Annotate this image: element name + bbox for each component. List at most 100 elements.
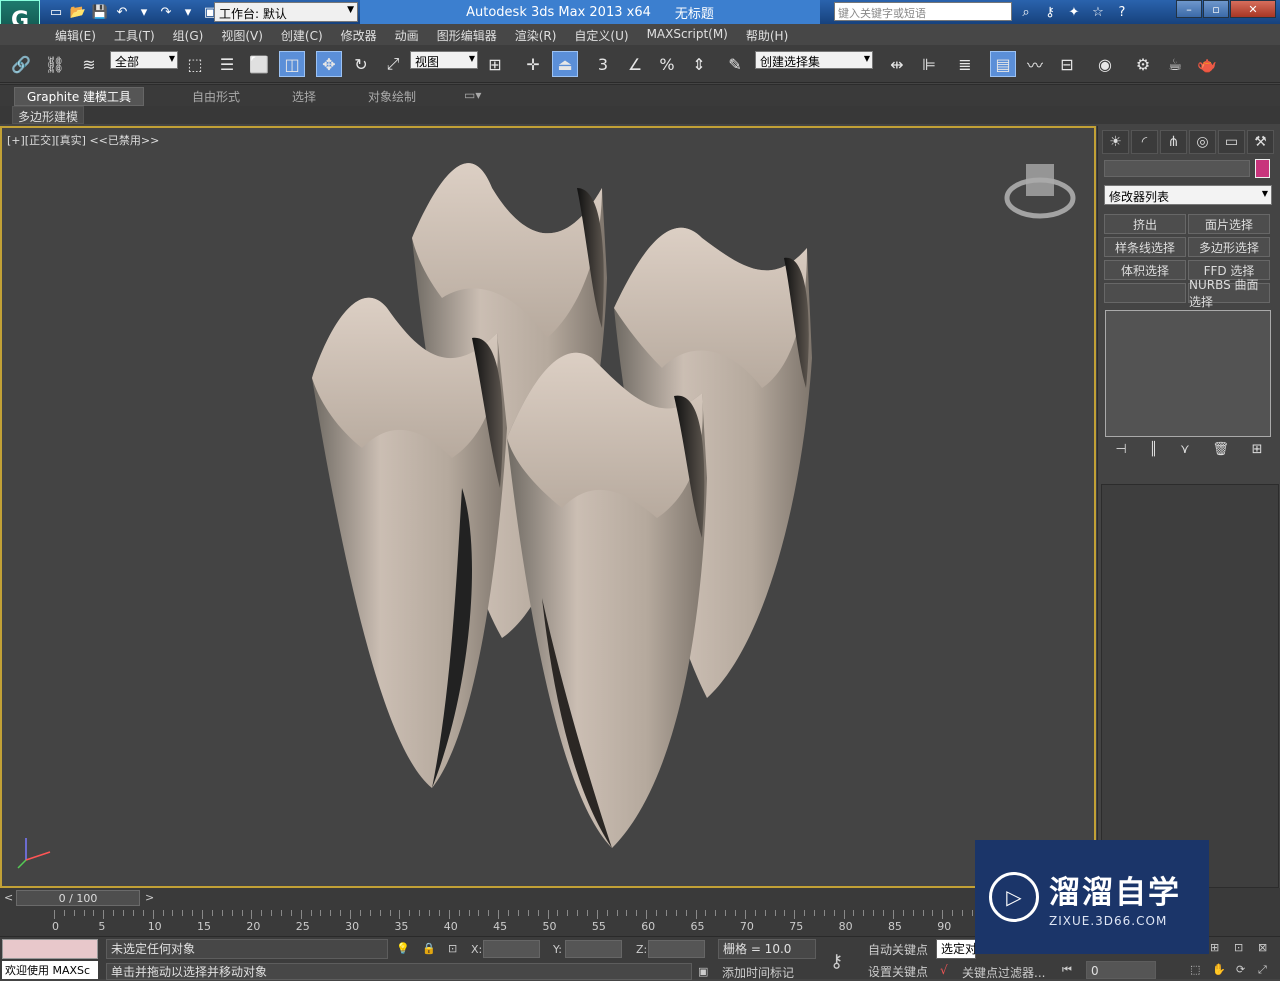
layer-manager-icon[interactable]: ≣ bbox=[952, 51, 978, 77]
zoom-icon[interactable]: ⊞ bbox=[1210, 941, 1219, 954]
key-icon[interactable]: ⚷ bbox=[1040, 2, 1060, 22]
region-zoom-icon[interactable]: ⬚ bbox=[1190, 963, 1200, 976]
poly-select-button[interactable]: 多边形选择 bbox=[1188, 237, 1270, 257]
keyboard-shortcut-override-icon[interactable]: ⏏ bbox=[552, 51, 578, 77]
redo-dropdown-icon[interactable]: ▾ bbox=[178, 2, 198, 22]
goto-start-icon[interactable]: ⏮ bbox=[1062, 963, 1072, 977]
modifier-list-dropdown[interactable]: 修改器列表 bbox=[1104, 185, 1272, 205]
menu-item-customize[interactable]: 自定义(U) bbox=[565, 24, 637, 45]
angle-snap-icon[interactable]: ∠ bbox=[622, 51, 648, 77]
minimize-button[interactable]: – bbox=[1176, 0, 1202, 18]
menu-item-modifiers[interactable]: 修改器 bbox=[332, 24, 386, 45]
pan-icon[interactable]: ✋ bbox=[1212, 963, 1226, 976]
named-selection-dropdown[interactable]: 创建选择集 bbox=[755, 51, 873, 69]
menu-item-help[interactable]: 帮助(H) bbox=[737, 24, 797, 45]
menu-item-animation[interactable]: 动画 bbox=[386, 24, 428, 45]
save-icon[interactable]: 💾 bbox=[90, 2, 110, 22]
ribbon-options-icon[interactable]: ▭▾ bbox=[464, 88, 481, 102]
maximize-viewport-icon[interactable]: ⤢ bbox=[1258, 963, 1267, 977]
object-name-field[interactable] bbox=[1104, 160, 1250, 177]
undo-icon[interactable]: ↶ bbox=[112, 2, 132, 22]
render-production-icon[interactable]: 🫖 bbox=[1194, 51, 1220, 77]
zoom-all-icon[interactable]: ⊡ bbox=[1234, 941, 1243, 954]
reference-coord-dropdown[interactable]: 视图 bbox=[410, 51, 478, 69]
modify-tab-icon[interactable]: ◜ bbox=[1131, 130, 1158, 154]
select-object-icon[interactable]: ⬚ bbox=[182, 51, 208, 77]
manipulate-icon[interactable]: ✛ bbox=[520, 51, 546, 77]
show-end-result-icon[interactable]: ║ bbox=[1149, 442, 1157, 462]
snaps-toggle-icon[interactable]: 3 bbox=[590, 51, 616, 77]
remove-modifier-icon[interactable]: 🗑 bbox=[1212, 442, 1229, 462]
schematic-view-icon[interactable]: ⊟ bbox=[1054, 51, 1080, 77]
maximize-button[interactable]: ▫ bbox=[1203, 0, 1229, 18]
z-coord-field[interactable] bbox=[648, 940, 705, 958]
select-by-name-icon[interactable]: ☰ bbox=[214, 51, 240, 77]
x-coord-field[interactable] bbox=[483, 940, 540, 958]
help-icon[interactable]: ? bbox=[1112, 2, 1132, 22]
maxscript-mini-listener[interactable]: 欢迎使用 MAXSc bbox=[2, 961, 98, 979]
volume-select-button[interactable]: 体积选择 bbox=[1104, 260, 1186, 280]
current-frame-field[interactable]: 0 bbox=[1086, 961, 1156, 979]
menu-item-views[interactable]: 视图(V) bbox=[212, 24, 272, 45]
unlink-icon[interactable]: ⛓ bbox=[42, 51, 68, 77]
render-setup-icon[interactable]: ⚙ bbox=[1130, 51, 1156, 77]
menu-item-group[interactable]: 组(G) bbox=[164, 24, 213, 45]
empty-modifier-button[interactable] bbox=[1104, 283, 1186, 303]
redo-icon[interactable]: ↷ bbox=[156, 2, 176, 22]
patch-select-button[interactable]: 面片选择 bbox=[1188, 214, 1270, 234]
orbit-icon[interactable]: ⟳ bbox=[1236, 963, 1245, 976]
align-icon[interactable]: ⊫ bbox=[916, 51, 942, 77]
select-rotate-icon[interactable]: ↻ bbox=[348, 51, 374, 77]
create-tab-icon[interactable]: ☀ bbox=[1102, 130, 1129, 154]
key-filters-button[interactable]: 关键点过滤器... bbox=[962, 964, 1045, 981]
hierarchy-tab-icon[interactable]: ⋔ bbox=[1160, 130, 1187, 154]
set-key-icon[interactable]: ⚷ bbox=[830, 951, 843, 972]
lock-selection-icon[interactable]: 🔒 bbox=[422, 942, 436, 955]
nurbs-surface-select-button[interactable]: NURBS 曲面选择 bbox=[1188, 278, 1270, 309]
absolute-mode-icon[interactable]: ⊡ bbox=[448, 942, 457, 955]
workspace-dropdown[interactable]: 工作台: 默认 bbox=[214, 2, 358, 22]
menu-item-tools[interactable]: 工具(T) bbox=[105, 24, 164, 45]
tab-selection[interactable]: 选择 bbox=[292, 88, 316, 105]
add-time-tag[interactable]: 添加时间标记 bbox=[722, 964, 794, 981]
menu-item-create[interactable]: 创建(C) bbox=[272, 24, 332, 45]
set-key-button[interactable]: 设置关键点 bbox=[868, 963, 928, 980]
vase-front-right[interactable] bbox=[507, 352, 707, 848]
time-slider-handle[interactable]: 0 / 100 bbox=[16, 890, 140, 906]
mirror-icon[interactable]: ⇹ bbox=[884, 51, 910, 77]
new-file-icon[interactable]: ▭ bbox=[46, 2, 66, 22]
menu-item-maxscript[interactable]: MAXScript(M) bbox=[638, 24, 737, 45]
viewport-label[interactable]: [+][正交][真实] <<已禁用>> bbox=[7, 132, 159, 148]
link-icon[interactable]: 🔗 bbox=[8, 51, 34, 77]
viewport-perspective[interactable]: [+][正交][真实] <<已禁用>> bbox=[0, 126, 1096, 888]
object-color-swatch[interactable] bbox=[1255, 159, 1270, 178]
bind-space-warp-icon[interactable]: ≋ bbox=[76, 51, 102, 77]
make-unique-icon[interactable]: ⋎ bbox=[1180, 442, 1190, 462]
material-editor-icon[interactable]: ◉ bbox=[1092, 51, 1118, 77]
isolate-icon[interactable]: 💡 bbox=[396, 942, 410, 955]
binoculars-icon[interactable]: ⌕ bbox=[1016, 2, 1036, 22]
spline-select-button[interactable]: 样条线选择 bbox=[1104, 237, 1186, 257]
rectangle-selection-icon[interactable]: ⬜ bbox=[246, 51, 272, 77]
menu-item-rendering[interactable]: 渲染(R) bbox=[506, 24, 566, 45]
configure-modifier-sets-icon[interactable]: ⊞ bbox=[1252, 442, 1263, 462]
open-file-icon[interactable]: 📂 bbox=[68, 2, 88, 22]
pivot-center-icon[interactable]: ⊞ bbox=[482, 51, 508, 77]
prev-frame-arrow-icon[interactable]: < bbox=[4, 891, 13, 904]
edit-named-selection-icon[interactable]: ✎ bbox=[722, 51, 748, 77]
modifier-stack[interactable] bbox=[1105, 310, 1271, 437]
search-input[interactable]: 键入关键字或短语 bbox=[834, 2, 1012, 21]
next-frame-arrow-icon[interactable]: > bbox=[145, 891, 154, 904]
spinner-snap-icon[interactable]: ⇕ bbox=[686, 51, 712, 77]
curve-editor-icon[interactable]: 〰 bbox=[1022, 51, 1048, 77]
auto-key-button[interactable]: 自动关键点 bbox=[868, 941, 928, 958]
polygon-modeling-tab[interactable]: 多边形建模 bbox=[12, 106, 85, 124]
graphite-toggle-icon[interactable]: ▤ bbox=[990, 51, 1016, 77]
extrude-button[interactable]: 挤出 bbox=[1104, 214, 1186, 234]
menu-item-edit[interactable]: 编辑(E) bbox=[46, 24, 105, 45]
selected-set-dropdown[interactable]: 选定对 bbox=[936, 939, 976, 959]
display-tab-icon[interactable]: ▭ bbox=[1218, 130, 1245, 154]
motion-tab-icon[interactable]: ◎ bbox=[1189, 130, 1216, 154]
undo-dropdown-icon[interactable]: ▾ bbox=[134, 2, 154, 22]
tab-freeform[interactable]: 自由形式 bbox=[192, 88, 240, 105]
